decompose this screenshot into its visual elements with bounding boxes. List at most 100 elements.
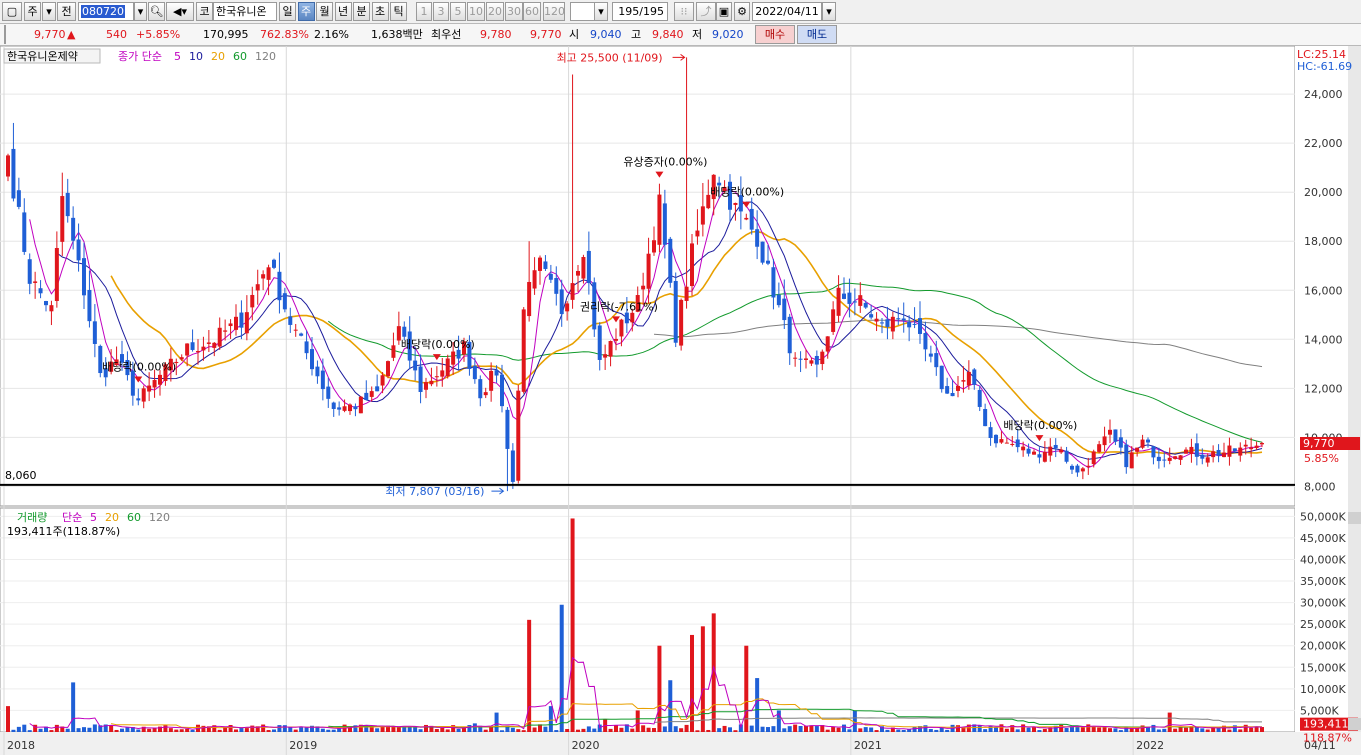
volume-bar: [1064, 728, 1069, 732]
volume-bar: [1260, 727, 1264, 732]
candle-body: [6, 155, 10, 177]
candle-body: [141, 388, 146, 402]
quote-low: 9,020: [712, 28, 744, 41]
candle-body: [1162, 459, 1167, 461]
multiplier-1-button[interactable]: 1: [416, 2, 432, 21]
candle-body: [1205, 457, 1210, 463]
multiplier-3-button[interactable]: 3: [433, 2, 449, 21]
count-field[interactable]: 195/195: [612, 2, 668, 21]
period-select[interactable]: 주: [24, 2, 41, 21]
speaker-icon[interactable]: ◀▾: [166, 2, 194, 21]
candle-body: [1048, 446, 1053, 456]
candle-body: [673, 280, 678, 343]
price-tick-label: 14,000: [1304, 333, 1343, 346]
interval-0-button[interactable]: 일: [279, 2, 296, 21]
volume-bar: [1113, 728, 1118, 732]
candle-body: [234, 316, 238, 330]
interval-2-button[interactable]: 월: [316, 2, 333, 21]
sell-button[interactable]: 매도: [797, 25, 837, 44]
prev-label: 전: [61, 5, 72, 18]
interval-1-button[interactable]: 주: [297, 2, 315, 21]
price-tick-label: 16,000: [1304, 284, 1343, 297]
event-annotation: 배당락(0.00%): [1003, 419, 1077, 432]
x-tick-label: 2020: [572, 739, 600, 752]
volume-bar: [82, 727, 86, 732]
candle-body: [700, 206, 705, 225]
candle-body: [771, 267, 776, 298]
quote-open-label: 시: [569, 28, 580, 41]
candle-body: [890, 316, 895, 332]
volume-bar: [793, 724, 798, 732]
multiplier-120-button[interactable]: 120: [543, 2, 565, 21]
volume-bar: [1021, 724, 1026, 732]
candle-body: [413, 360, 418, 371]
period-dropdown-icon[interactable]: ▾: [42, 2, 56, 21]
candle-body: [315, 366, 320, 377]
candle-body: [472, 365, 477, 380]
volume-bar: [1042, 728, 1047, 732]
candle-body: [619, 319, 624, 337]
interval-5-button[interactable]: 초: [371, 2, 389, 21]
event-annotation: 배당락(0.00%): [710, 186, 784, 199]
volume-bar: [581, 728, 586, 732]
volume-bar: [396, 727, 401, 732]
save-icon[interactable]: ▣: [716, 2, 732, 21]
candle-body: [71, 217, 76, 241]
search-icon[interactable]: 🔍︎: [148, 2, 165, 21]
candle-body: [282, 293, 287, 310]
candle-body: [662, 203, 667, 245]
candle-body: [842, 293, 846, 299]
volume-bar: [733, 730, 738, 732]
quote-bar: 9,770 ▲ 540 +5.85% 170,995 762.83% 2.16%…: [0, 24, 1361, 46]
gear-icon[interactable]: ⚙: [734, 2, 750, 21]
volume-bar: [1254, 726, 1259, 732]
candle-body: [646, 253, 651, 289]
interval-3-button[interactable]: 년: [334, 2, 352, 21]
quote-best-ask: 9,780: [480, 28, 512, 41]
candle-body: [456, 349, 461, 359]
volume-bar: [1097, 727, 1102, 732]
volume-bar: [1015, 729, 1020, 732]
candle-icon[interactable]: ⁝⁝: [674, 2, 694, 21]
date-field[interactable]: 2022/04/11: [752, 2, 822, 21]
market-marker: 코: [196, 2, 213, 21]
calendar-dropdown-icon[interactable]: ▾: [822, 2, 836, 21]
multiplier-10-button[interactable]: 10: [467, 2, 485, 21]
scrollbar-track: [1348, 46, 1361, 755]
price-legend-ma: 60: [233, 50, 247, 63]
volume-bar: [1249, 727, 1254, 732]
code-dropdown-icon[interactable]: ▾: [134, 2, 147, 21]
volume-bar: [76, 728, 81, 732]
candle-body: [44, 301, 48, 306]
volume-bar: [483, 729, 488, 732]
candle-body: [624, 312, 629, 324]
current-volume-label: 193,411: [1303, 718, 1349, 731]
volume-bar: [576, 729, 580, 732]
interval-4-button[interactable]: 분: [353, 2, 370, 21]
volume-bar: [798, 726, 803, 732]
prev-button[interactable]: 전: [57, 2, 76, 21]
window-icon[interactable]: ▢: [2, 2, 22, 21]
quote-divider: [4, 25, 6, 44]
multiplier-20-button[interactable]: 20: [486, 2, 504, 21]
candle-body: [836, 287, 841, 316]
candle-body: [608, 341, 613, 357]
multiplier-30-button[interactable]: 30: [505, 2, 523, 21]
volume-bar: [657, 645, 662, 732]
price-tick-label: 24,000: [1304, 88, 1343, 101]
candle-body: [22, 212, 27, 252]
candle-body: [1146, 439, 1150, 443]
line-chart-icon[interactable]: ⤴: [696, 2, 716, 21]
candle-body: [576, 270, 580, 276]
candle-body: [956, 385, 960, 391]
volume-bar: [6, 706, 10, 732]
multiplier-5-button[interactable]: 5: [450, 2, 466, 21]
volume-bar: [152, 727, 157, 732]
multiplier-60-button[interactable]: 60: [523, 2, 541, 21]
candle-body: [793, 357, 798, 359]
interval-6-button[interactable]: 틱: [390, 2, 407, 21]
code-input[interactable]: 080720: [78, 2, 134, 21]
buy-button[interactable]: 매수: [755, 25, 795, 44]
stock-chart[interactable]: 8,00010,00012,00014,00016,00018,00020,00…: [0, 46, 1361, 755]
extra-dropdown-icon[interactable]: ▾: [594, 2, 608, 21]
